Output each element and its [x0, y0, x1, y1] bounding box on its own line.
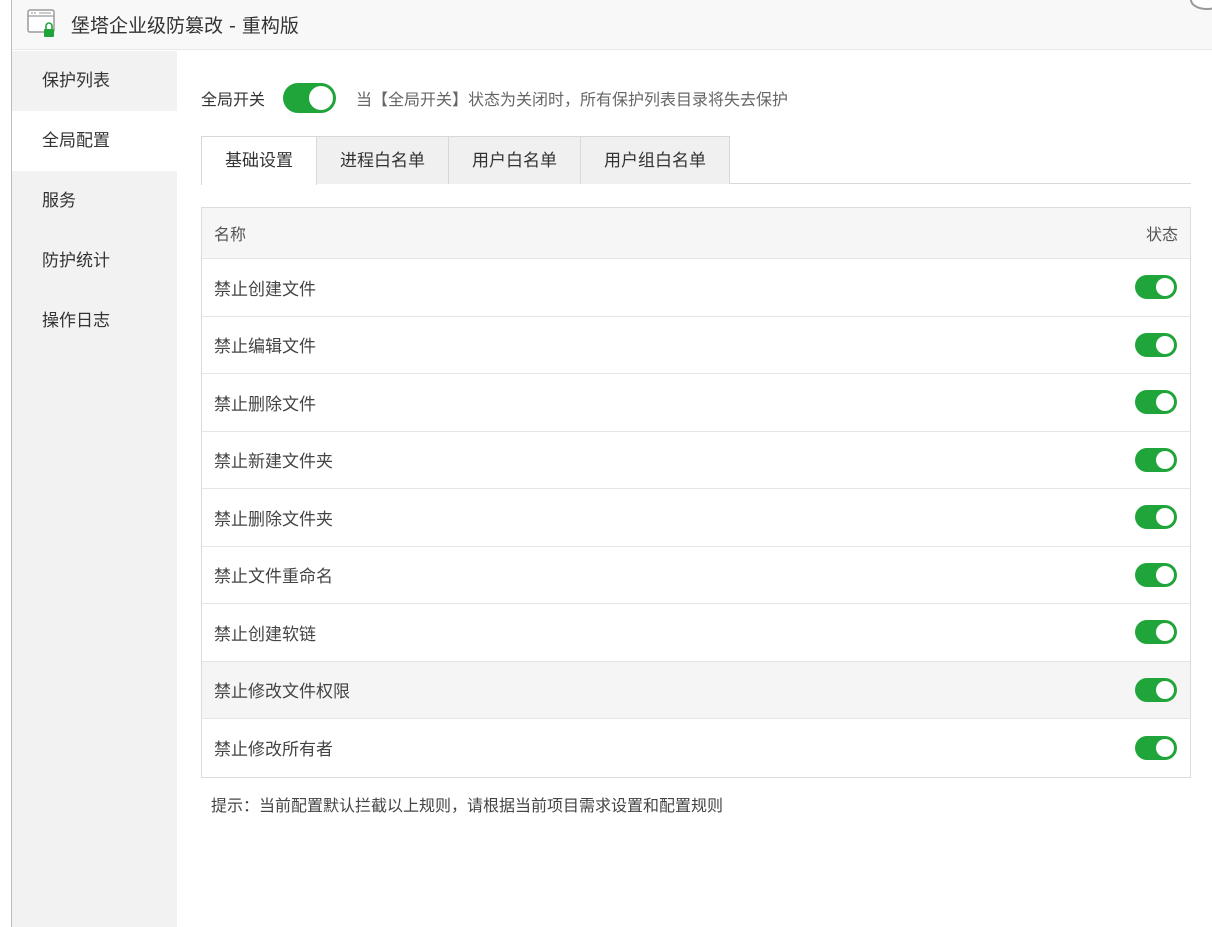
rule-name: 禁止修改文件权限 [214, 682, 350, 703]
rule-toggle[interactable] [1135, 505, 1177, 530]
rule-name: 禁止新建文件夹 [214, 452, 333, 473]
sidebar-item-protection-list[interactable]: 保护列表 [12, 51, 177, 111]
rule-name: 禁止删除文件 [214, 394, 316, 415]
sidebar: 保护列表 全局配置 服务 防护统计 操作日志 [12, 51, 177, 927]
table-row: 禁止修改所有者 [202, 719, 1190, 777]
rules-table: 名称 状态 禁止创建文件 禁止编辑文件 禁止删除文件 禁止新建文件夹 禁止删除文… [201, 207, 1191, 778]
toggle-knob [1156, 335, 1174, 354]
toggle-knob [1156, 738, 1174, 757]
config-tip: 提示：当前配置默认拦截以上规则，请根据当前项目需求设置和配置规则 [211, 796, 724, 815]
sidebar-item-service[interactable]: 服务 [12, 171, 177, 231]
rule-toggle[interactable] [1135, 447, 1177, 472]
table-row: 禁止创建软链 [202, 604, 1190, 662]
table-header: 名称 状态 [202, 208, 1190, 259]
tab-usergroup-whitelist[interactable]: 用户组白名单 [580, 136, 730, 184]
rule-name: 禁止删除文件夹 [214, 509, 333, 530]
rule-toggle[interactable] [1135, 390, 1177, 415]
sidebar-item-global-config[interactable]: 全局配置 [12, 111, 177, 171]
sidebar-item-protection-stats[interactable]: 防护统计 [12, 231, 177, 291]
rule-toggle[interactable] [1135, 332, 1177, 357]
table-row: 禁止修改文件权限 [202, 661, 1190, 719]
table-row: 禁止删除文件夹 [202, 489, 1190, 547]
global-switch-row: 全局开关 当【全局开关】状态为关闭时，所有保护列表目录将失去保护 [201, 83, 788, 113]
rule-toggle[interactable] [1135, 735, 1177, 760]
rule-toggle[interactable] [1135, 677, 1177, 702]
table-row: 禁止创建文件 [202, 259, 1190, 317]
rule-name: 禁止修改所有者 [214, 740, 333, 761]
rule-name: 禁止创建文件 [214, 279, 316, 300]
rule-name: 禁止创建软链 [214, 624, 316, 645]
sidebar-item-operation-log[interactable]: 操作日志 [12, 291, 177, 351]
global-switch-toggle[interactable] [283, 83, 337, 113]
app-window: 堡塔企业级防篡改 - 重构版 保护列表 全局配置 服务 防护统计 操作日志 全局… [11, 0, 1212, 927]
toggle-knob [1156, 450, 1174, 469]
table-row: 禁止删除文件 [202, 374, 1190, 432]
toggle-knob [1156, 680, 1174, 699]
rule-toggle[interactable] [1135, 562, 1177, 587]
toggle-knob [1156, 278, 1174, 297]
column-header-status: 状态 [1145, 225, 1178, 244]
tab-process-whitelist[interactable]: 进程白名单 [316, 136, 449, 184]
rule-toggle[interactable] [1135, 620, 1177, 645]
main-content: 全局开关 当【全局开关】状态为关闭时，所有保护列表目录将失去保护 基础设置 进程… [177, 51, 1212, 927]
table-row: 禁止文件重命名 [202, 547, 1190, 604]
rule-name: 禁止编辑文件 [214, 337, 316, 358]
column-header-name: 名称 [214, 225, 247, 244]
title-bar: 堡塔企业级防篡改 - 重构版 [12, 0, 1212, 50]
toggle-knob [1156, 393, 1174, 412]
toggle-knob [1156, 623, 1174, 642]
tab-basic-settings[interactable]: 基础设置 [201, 136, 317, 185]
table-row: 禁止编辑文件 [202, 317, 1190, 374]
toggle-knob [309, 86, 334, 110]
window-title: 堡塔企业级防篡改 - 重构版 [71, 15, 299, 37]
toggle-knob [1156, 565, 1174, 584]
tab-user-whitelist[interactable]: 用户白名单 [448, 136, 581, 184]
rule-toggle[interactable] [1135, 275, 1177, 300]
global-switch-hint: 当【全局开关】状态为关闭时，所有保护列表目录将失去保护 [356, 90, 789, 109]
settings-tabs: 基础设置 进程白名单 用户白名单 用户组白名单 [201, 136, 1191, 185]
global-switch-label: 全局开关 [201, 90, 266, 109]
toggle-knob [1156, 508, 1174, 527]
rule-name: 禁止文件重命名 [214, 567, 333, 588]
table-row: 禁止新建文件夹 [202, 432, 1190, 489]
window-lock-icon [27, 6, 57, 40]
